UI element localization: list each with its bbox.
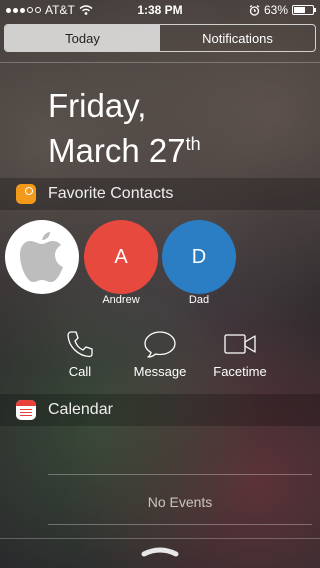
contact-andrew[interactable]: A <box>84 220 158 294</box>
contact-initial: D <box>191 245 207 268</box>
grabber-handle-icon[interactable] <box>141 544 179 558</box>
phone-icon <box>67 331 93 358</box>
apple-icon <box>20 232 63 282</box>
call-button[interactable]: Call <box>45 328 115 379</box>
tab-today[interactable]: Today <box>5 25 160 51</box>
favorite-contacts-title: Favorite Contacts <box>48 185 174 202</box>
header-divider <box>0 62 320 63</box>
favorite-contacts-header[interactable]: Favorite Contacts <box>0 178 320 210</box>
facetime-button[interactable]: Facetime <box>205 328 275 379</box>
calendar-divider-bottom <box>48 524 312 525</box>
battery-percentage: 63% <box>263 3 288 17</box>
today-date: Friday, March 27th <box>48 86 201 170</box>
contact-dad[interactable]: D <box>162 220 236 294</box>
tab-notifications[interactable]: Notifications <box>160 25 315 51</box>
contact-name-dad: Dad <box>188 294 210 306</box>
calendar-icon <box>16 400 36 420</box>
contact-initial: A <box>114 245 128 268</box>
battery-icon <box>292 5 316 15</box>
call-label: Call <box>68 364 92 379</box>
date-month-day: March 27th <box>48 125 201 170</box>
no-events-label: No Events <box>147 494 213 510</box>
date-ordinal-suffix: th <box>185 134 201 154</box>
battery-fill <box>294 7 306 13</box>
calendar-header[interactable]: Calendar <box>0 394 320 426</box>
favorite-contacts-icon <box>16 184 36 204</box>
calendar-title: Calendar <box>48 401 113 418</box>
bottom-divider <box>0 538 320 539</box>
facetime-label: Facetime <box>213 364 267 379</box>
calendar-divider-top <box>48 474 312 475</box>
alarm-icon <box>249 4 260 16</box>
video-icon <box>224 334 256 354</box>
notification-center-tabs: Today Notifications <box>4 24 316 52</box>
message-button[interactable]: Message <box>125 328 195 379</box>
date-month-day-text: March 27 <box>48 132 186 169</box>
status-bar: AT&T 1:38 PM 63% <box>0 0 320 20</box>
contact-name-andrew: Andrew <box>102 294 140 306</box>
date-weekday: Friday, <box>48 87 147 124</box>
contact-apple[interactable] <box>5 220 79 294</box>
message-icon <box>144 331 176 358</box>
message-label: Message <box>133 364 187 379</box>
status-right: 63% <box>249 3 316 17</box>
